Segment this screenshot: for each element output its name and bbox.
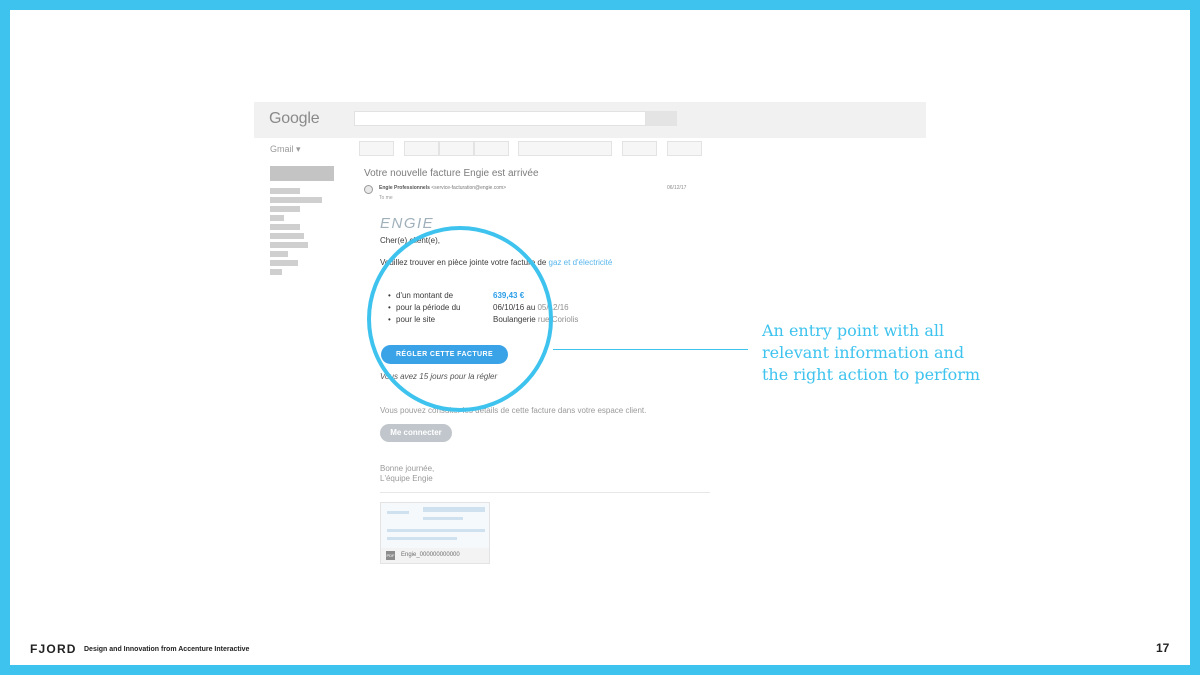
login-button[interactable]: Me connecter [380, 424, 452, 442]
pdf-icon: PDF [386, 551, 395, 560]
page-number: 17 [1156, 641, 1170, 655]
email-subject: Votre nouvelle facture Engie est arrivée [364, 168, 539, 179]
sidebar-item[interactable] [270, 233, 304, 239]
preview-line [387, 537, 457, 540]
google-header: Google [254, 102, 926, 138]
toolbar-button-delete[interactable] [474, 141, 509, 156]
toolbar-button-move[interactable] [518, 141, 612, 156]
preview-line [423, 507, 485, 512]
sidebar-item[interactable] [270, 197, 322, 203]
callout-line [553, 349, 748, 350]
sidebar-item[interactable] [270, 242, 308, 248]
highlight-circle [367, 226, 553, 412]
email-recipient: To me [379, 195, 393, 201]
gmail-menu[interactable]: Gmail ▾ [270, 144, 301, 155]
email-sender: Engie Professionnels <service-facturatio… [379, 185, 506, 191]
google-logo: Google [269, 110, 320, 127]
sidebar-item[interactable] [270, 206, 300, 212]
attachment-footer: PDF Engie_000000000000 [381, 548, 489, 563]
toolbar-button-back[interactable] [359, 141, 394, 156]
sender-name: Engie Professionnels [379, 185, 430, 191]
sender-avatar [364, 185, 373, 194]
signature-line: Bonne journée, [380, 464, 435, 473]
divider [380, 492, 710, 493]
intro-highlight: gaz et d'électricité [548, 258, 613, 267]
search-button[interactable] [646, 111, 677, 126]
toolbar-button-more[interactable] [667, 141, 702, 156]
toolbar-button-labels[interactable] [622, 141, 657, 156]
fjord-logo: FJORD [30, 642, 77, 656]
search-input[interactable] [354, 111, 646, 126]
preview-line [423, 517, 463, 520]
attachment-card[interactable]: PDF Engie_000000000000 [380, 502, 490, 564]
engie-logo: ENGIE [380, 215, 435, 232]
attachment-name: Engie_000000000000 [401, 552, 460, 558]
sender-address: <service-facturation@engie.com> [431, 185, 507, 191]
email-date: 06/12/17 [667, 185, 687, 191]
sidebar-item[interactable] [270, 215, 284, 221]
preview-line [387, 529, 485, 532]
sidebar-item[interactable] [270, 188, 300, 194]
details-text: Vous pouvez consulter les détails de cet… [380, 406, 647, 415]
sidebar-item[interactable] [270, 269, 282, 275]
sidebar-item[interactable] [270, 260, 298, 266]
toolbar-button-archive[interactable] [404, 141, 439, 156]
compose-button[interactable] [270, 166, 334, 181]
sidebar-item[interactable] [270, 251, 288, 257]
signature-line: L'équipe Engie [380, 474, 433, 483]
sidebar-item[interactable] [270, 224, 300, 230]
attachment-preview [381, 503, 489, 548]
footer-tagline: Design and Innovation from Accenture Int… [84, 646, 250, 653]
toolbar-button-spam[interactable] [439, 141, 474, 156]
preview-line [387, 511, 409, 514]
annotation-text: An entry point with all relevant informa… [762, 321, 981, 384]
email-signature: Bonne journée, L'équipe Engie [380, 464, 434, 484]
